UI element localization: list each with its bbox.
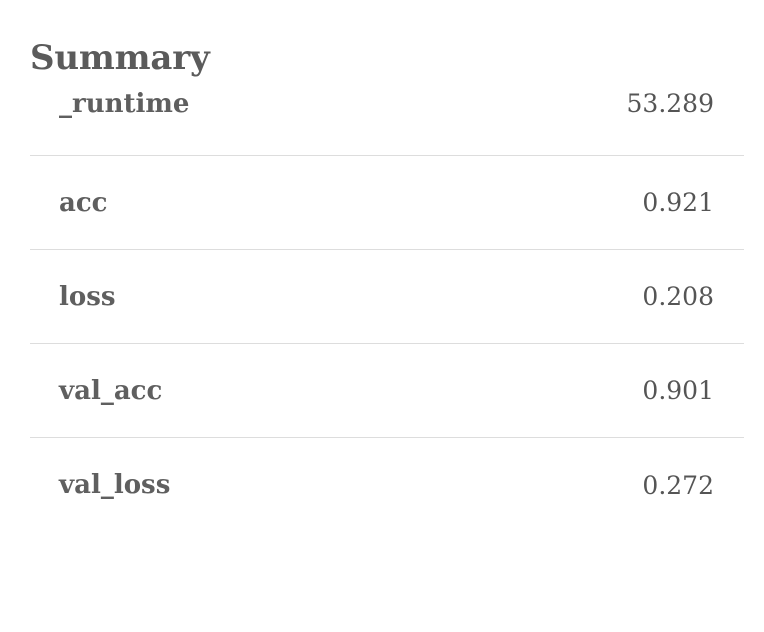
summary-row-val-acc: val_acc 0.901 [30,344,744,438]
metric-key: _runtime [59,89,190,119]
metric-value: 0.921 [642,188,714,217]
metric-key: val_loss [59,470,171,500]
summary-table: _runtime 53.289 acc 0.921 loss 0.208 val… [30,90,744,532]
metric-key: loss [59,281,116,312]
metric-key: val_acc [59,375,163,406]
metric-value: 0.901 [642,376,714,405]
metric-value: 0.272 [642,470,714,500]
metric-key: acc [59,187,108,218]
metric-value: 53.289 [626,89,714,118]
summary-title: Summary [30,38,210,78]
metric-value: 0.208 [642,282,714,311]
summary-row-val-loss: val_loss 0.272 [30,438,744,532]
summary-panel: Summary _runtime 53.289 acc 0.921 loss 0… [30,36,744,532]
summary-row-loss: loss 0.208 [30,250,744,344]
summary-row-acc: acc 0.921 [30,156,744,250]
summary-row-runtime: _runtime 53.289 [30,90,744,156]
